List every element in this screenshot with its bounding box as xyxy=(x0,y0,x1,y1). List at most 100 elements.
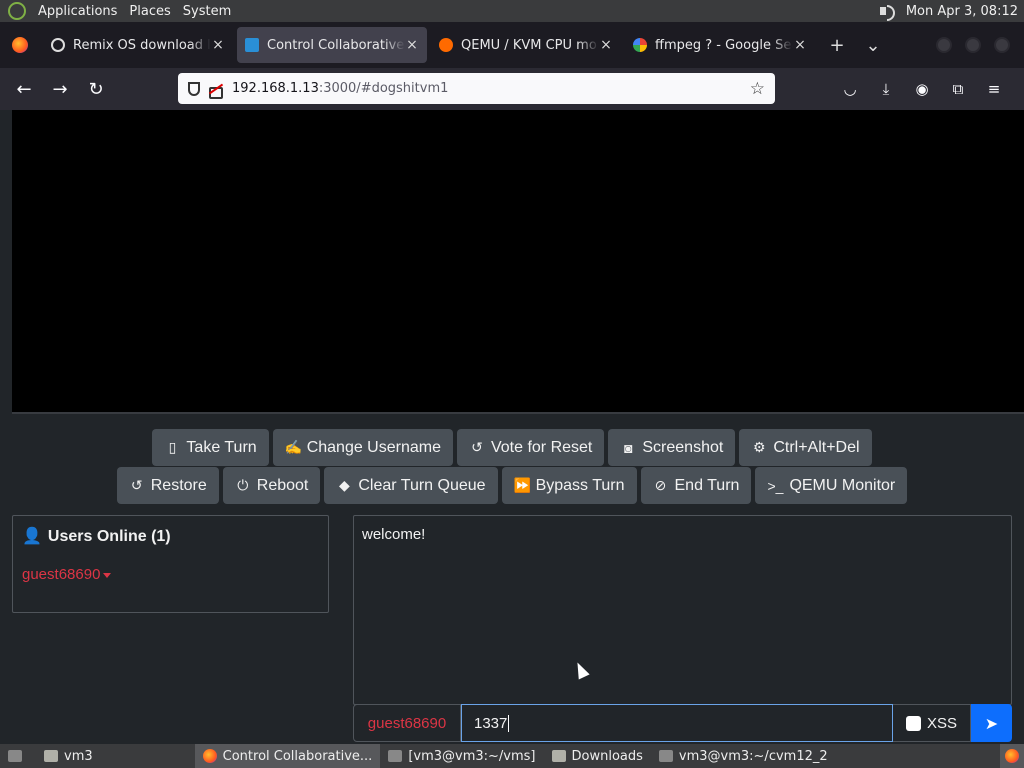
close-icon[interactable]: × xyxy=(599,37,613,53)
user-entry[interactable]: guest68690 xyxy=(22,566,112,583)
qemu-monitor-button[interactable]: >_ QEMU Monitor xyxy=(755,467,908,504)
tab-qemu[interactable]: QEMU / KVM CPU mo × xyxy=(431,27,621,63)
vote-reset-button[interactable]: ↺ Vote for Reset xyxy=(456,429,605,466)
taskbar-label: vm3 xyxy=(64,748,93,764)
vm-controls-row-2: ↺ Restore ⏻ Reboot ◆ Clear Turn Queue ⏩ Bypa… xyxy=(0,467,1024,504)
shield-icon[interactable] xyxy=(188,81,200,96)
remix-icon xyxy=(51,38,65,52)
taskbar-label: Control Collaborative... xyxy=(222,748,373,764)
clock[interactable]: Mon Apr 3, 08:12 xyxy=(906,4,1018,19)
button-label: Take Turn xyxy=(186,438,257,456)
tab-title: QEMU / KVM CPU mo xyxy=(461,37,597,53)
firefox-icon xyxy=(1005,749,1019,763)
download-icon[interactable]: ⤓ xyxy=(868,73,904,105)
chat-message: welcome! xyxy=(362,526,426,543)
button-label: Change Username xyxy=(306,438,441,456)
bypass-turn-button[interactable]: ⏩ Bypass Turn xyxy=(501,467,637,504)
xss-checkbox[interactable] xyxy=(905,715,921,731)
tab-strip: Remix OS download la × Control Collabora… xyxy=(0,22,1024,68)
vm-display-border xyxy=(12,412,1024,414)
close-icon[interactable]: × xyxy=(211,37,225,53)
gear-icon: ⚙ xyxy=(753,439,766,455)
reboot-button[interactable]: ⏻ Reboot xyxy=(222,467,321,504)
button-label: Clear Turn Queue xyxy=(358,476,486,494)
new-tab-icon[interactable]: + xyxy=(819,35,855,56)
taskbar-item-terminal-cvm[interactable]: vm3@vm3:~/cvm12_2 xyxy=(651,744,836,768)
mouse-icon: ▯ xyxy=(168,439,177,455)
close-icon[interactable]: × xyxy=(405,37,419,53)
back-icon[interactable]: ← xyxy=(6,73,42,105)
workspace-switcher[interactable] xyxy=(1000,744,1024,768)
folder-icon xyxy=(551,750,566,762)
show-desktop-button[interactable] xyxy=(0,744,36,768)
menu-system[interactable]: System xyxy=(177,4,237,19)
close-icon[interactable]: × xyxy=(793,37,807,53)
vm-display[interactable] xyxy=(12,110,1024,412)
extensions-icon[interactable]: ⧉ xyxy=(940,73,976,105)
computer-icon xyxy=(245,38,259,52)
menu-icon[interactable]: ≡ xyxy=(976,73,1012,105)
tab-remix[interactable]: Remix OS download la × xyxy=(43,27,233,63)
change-username-button[interactable]: ✍ Change Username xyxy=(272,429,453,466)
fast-forward-icon: ⏩ xyxy=(513,477,531,493)
firefox-icon xyxy=(202,749,217,763)
restore-icon: ↺ xyxy=(130,477,143,493)
url-path: :3000/#dogshitvm1 xyxy=(318,81,449,96)
clear-turn-queue-button[interactable]: ◆ Clear Turn Queue xyxy=(324,467,498,504)
tab-control-collaborative[interactable]: Control Collaborative V × xyxy=(237,27,427,63)
firefox-icon[interactable] xyxy=(12,37,28,53)
nav-bar: ← → ↻ 192.168.1.13:3000/#dogshitvm1 ☆ ◡ … xyxy=(0,68,1024,110)
bookmark-star-icon[interactable]: ☆ xyxy=(750,79,765,99)
menu-places[interactable]: Places xyxy=(123,4,176,19)
camera-icon: ◙ xyxy=(624,439,633,456)
chevron-down-icon[interactable]: ⌄ xyxy=(855,35,891,56)
maximize-icon[interactable] xyxy=(965,37,981,53)
end-turn-button[interactable]: ⊘ End Turn xyxy=(640,467,752,504)
url-bar[interactable]: 192.168.1.13:3000/#dogshitvm1 ☆ xyxy=(178,73,775,104)
chat-panel: welcome! xyxy=(353,515,1012,705)
paper-plane-icon: ➤ xyxy=(984,713,999,733)
home-folder-icon xyxy=(44,750,58,762)
button-label: QEMU Monitor xyxy=(789,476,896,494)
tab-title: ffmpeg ? - Google Sea xyxy=(655,37,793,53)
taskbar-item-downloads[interactable]: Downloads xyxy=(544,744,651,768)
insecure-lock-icon[interactable] xyxy=(208,82,223,99)
terminal-icon xyxy=(388,750,403,762)
tab-google[interactable]: ffmpeg ? - Google Sea × xyxy=(625,27,815,63)
google-icon xyxy=(633,38,647,52)
take-turn-button[interactable]: ▯ Take Turn xyxy=(152,429,269,466)
ctrl-alt-del-button[interactable]: ⚙ Ctrl+Alt+Del xyxy=(739,429,872,466)
pocket-icon[interactable]: ◡ xyxy=(832,73,868,105)
power-icon: ⏻ xyxy=(237,477,249,493)
window-controls xyxy=(923,37,1024,53)
chat-username: guest68690 xyxy=(353,704,461,742)
chat-input[interactable]: 1337 xyxy=(461,704,893,742)
account-icon[interactable]: ◉ xyxy=(904,73,940,105)
volume-icon[interactable] xyxy=(878,3,896,21)
user-name: guest68690 xyxy=(22,566,101,583)
minimize-icon[interactable] xyxy=(936,37,952,53)
reload-icon[interactable]: ↻ xyxy=(78,73,114,105)
users-online-panel: 👤 Users Online (1) guest68690 xyxy=(12,515,329,613)
qemu-icon xyxy=(439,38,453,52)
xss-label: XSS xyxy=(926,714,957,732)
distro-logo-icon[interactable] xyxy=(8,2,26,20)
taskbar-item-terminal-vms[interactable]: [vm3@vm3:~/vms] xyxy=(380,744,543,768)
close-window-icon[interactable] xyxy=(994,37,1010,53)
xss-toggle[interactable]: XSS xyxy=(893,704,971,742)
taskbar-item-vm3[interactable]: vm3 xyxy=(36,744,101,768)
menu-applications[interactable]: Applications xyxy=(32,4,123,19)
taskbar-label: [vm3@vm3:~/vms] xyxy=(408,748,536,764)
user-icon: 👤 xyxy=(22,528,42,545)
forward-icon[interactable]: → xyxy=(42,73,78,105)
send-button[interactable]: ➤ xyxy=(971,704,1012,742)
ban-icon: ⊘ xyxy=(654,477,667,493)
restore-button[interactable]: ↺ Restore xyxy=(116,467,219,504)
button-label: Restore xyxy=(150,476,207,494)
terminal-icon xyxy=(658,750,673,762)
signature-icon: ✍ xyxy=(284,439,303,455)
screenshot-button[interactable]: ◙ Screenshot xyxy=(608,429,736,466)
vm-controls-row-1: ▯ Take Turn ✍ Change Username ↺ Vote for Re… xyxy=(0,429,1024,466)
taskbar-item-firefox[interactable]: Control Collaborative... xyxy=(194,744,381,768)
button-label: Bypass Turn xyxy=(535,476,625,494)
